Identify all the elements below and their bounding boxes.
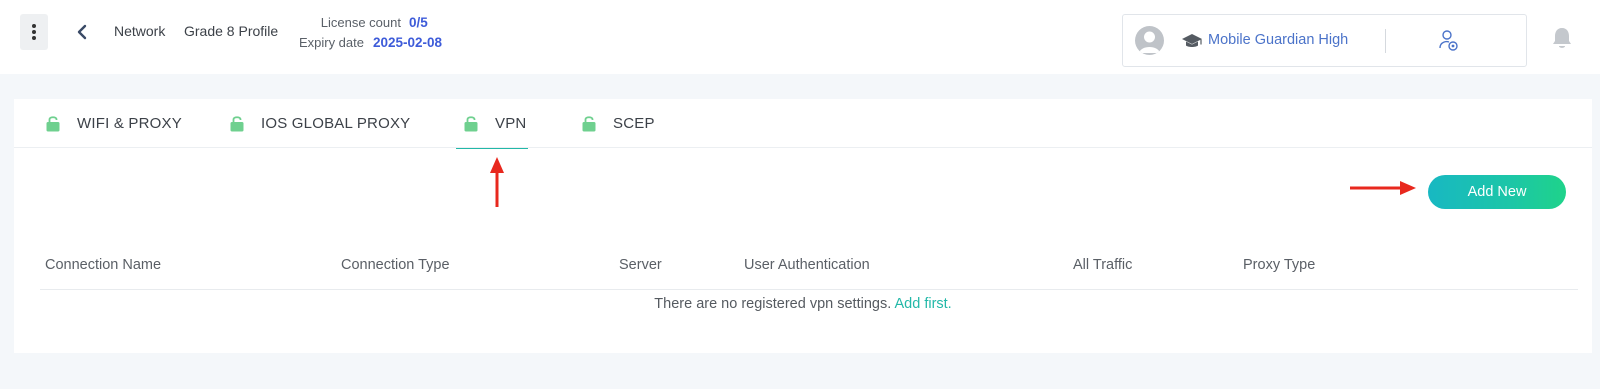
tab-vpn[interactable]: VPN <box>456 99 529 149</box>
school-selector[interactable]: Mobile Guardian High <box>1122 14 1527 67</box>
tab-label: VPN <box>495 115 527 132</box>
tab-scep[interactable]: SCEP <box>582 99 655 148</box>
menu-dots-button[interactable] <box>20 14 48 50</box>
expiry-date-value: 2025-02-08 <box>373 35 443 50</box>
empty-state-text: There are no registered vpn settings. <box>654 296 892 312</box>
user-avatar-icon[interactable] <box>1135 26 1164 55</box>
add-new-button[interactable]: Add New <box>1428 175 1566 209</box>
column-header-user-authentication: User Authentication <box>744 257 870 273</box>
tab-label: IOS GLOBAL PROXY <box>261 115 411 132</box>
breadcrumb-profile: Grade 8 Profile <box>184 23 279 39</box>
dot <box>32 24 36 28</box>
tabs-divider <box>14 147 1592 148</box>
unlock-icon <box>582 116 596 132</box>
bell-icon[interactable] <box>1551 26 1573 50</box>
top-bar: Network Grade 8 Profile License count 0/… <box>0 0 1600 74</box>
column-header-proxy-type: Proxy Type <box>1243 257 1316 273</box>
user-settings-icon[interactable] <box>1438 29 1460 53</box>
tab-wifi-proxy[interactable]: WIFI & PROXY <box>46 99 182 148</box>
network-settings-card: WIFI & PROXY IOS GLOBAL PROXY VPN SCEP A… <box>14 99 1592 353</box>
divider <box>1385 29 1386 53</box>
add-first-link[interactable]: Add first. <box>894 296 951 312</box>
expiry-date-label: Expiry date <box>298 35 364 50</box>
license-count-label: License count <box>320 15 401 30</box>
unlock-icon <box>464 116 478 132</box>
column-header-server: Server <box>619 257 662 273</box>
school-name[interactable]: Mobile Guardian High <box>1208 32 1348 48</box>
tab-ios-global-proxy[interactable]: IOS GLOBAL PROXY <box>230 99 410 148</box>
unlock-icon <box>230 116 244 132</box>
graduation-cap-icon <box>1182 34 1202 47</box>
empty-state-message: There are no registered vpn settings. Ad… <box>14 296 1592 312</box>
red-arrow-up-annotation <box>490 157 504 207</box>
table-header-divider <box>40 289 1578 290</box>
red-arrow-right-annotation <box>1350 181 1416 195</box>
tab-label: WIFI & PROXY <box>77 115 182 132</box>
tab-label: SCEP <box>613 115 655 132</box>
breadcrumb-network[interactable]: Network <box>114 23 165 39</box>
license-count-value: 0/5 <box>409 15 428 30</box>
chevron-left-icon[interactable] <box>72 22 92 42</box>
unlock-icon <box>46 116 60 132</box>
column-header-all-traffic: All Traffic <box>1073 257 1133 273</box>
dot <box>32 30 36 34</box>
column-header-connection-name: Connection Name <box>45 257 162 273</box>
dot <box>32 36 36 40</box>
column-header-connection-type: Connection Type <box>341 257 450 273</box>
